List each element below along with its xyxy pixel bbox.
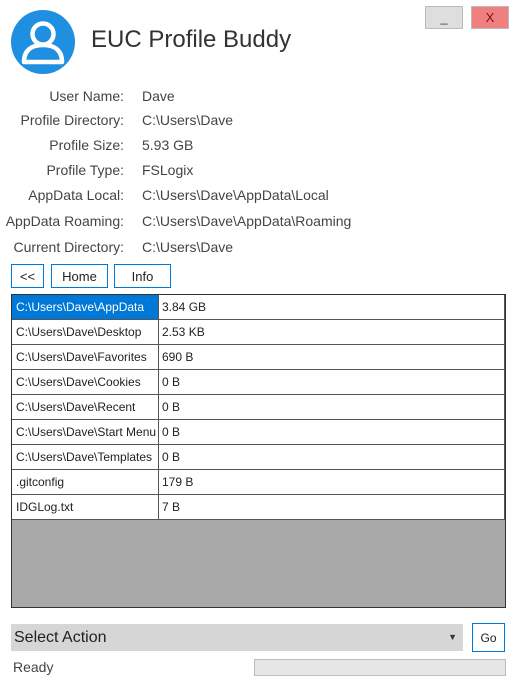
info-label: Current Directory: [13, 239, 124, 255]
action-select-value: Select Action [14, 629, 107, 646]
file-row[interactable]: .gitconfig 179 B [12, 470, 505, 495]
info-row-current-directory: Current Directory: C:\Users\Dave [0, 239, 516, 259]
home-button[interactable]: Home [51, 264, 108, 288]
action-select[interactable]: Select Action ▼ [11, 624, 463, 651]
info-button[interactable]: Info [114, 264, 171, 288]
info-value: C:\Users\Dave [142, 239, 234, 255]
file-name-cell[interactable]: C:\Users\Dave\Templates [12, 445, 159, 469]
info-row-appdata-roaming: AppData Roaming: C:\Users\Dave\AppData\R… [0, 213, 516, 233]
info-row-user-name: User Name: Dave [0, 88, 516, 108]
chevron-down-icon: ▼ [448, 632, 457, 642]
status-text: Ready [13, 659, 54, 675]
info-label: User Name: [49, 88, 124, 104]
file-size-cell: 7 B [159, 495, 505, 519]
info-value: C:\Users\Dave\AppData\Local [142, 187, 329, 203]
back-button[interactable]: << [11, 264, 44, 288]
file-row[interactable]: C:\Users\Dave\Favorites 690 B [12, 345, 505, 370]
file-size-cell: 690 B [159, 345, 505, 369]
file-size-cell: 0 B [159, 445, 505, 469]
info-value: 5.93 GB [142, 137, 194, 153]
info-row-appdata-local: AppData Local: C:\Users\Dave\AppData\Loc… [0, 187, 516, 207]
go-button[interactable]: Go [472, 623, 505, 652]
file-name-cell[interactable]: C:\Users\Dave\Cookies [12, 370, 159, 394]
close-button[interactable]: X [471, 6, 509, 29]
info-label: Profile Size: [49, 137, 124, 153]
file-row[interactable]: C:\Users\Dave\AppData 3.84 GB [12, 295, 505, 320]
info-value: FSLogix [142, 162, 194, 178]
file-row[interactable]: IDGLog.txt 7 B [12, 495, 505, 520]
file-size-cell: 0 B [159, 370, 505, 394]
info-label: AppData Roaming: [5, 213, 124, 229]
file-row[interactable]: C:\Users\Dave\Recent 0 B [12, 395, 505, 420]
info-value: C:\Users\Dave [142, 112, 234, 128]
file-name-cell[interactable]: C:\Users\Dave\Recent [12, 395, 159, 419]
info-row-profile-size: Profile Size: 5.93 GB [0, 137, 516, 157]
file-name-cell[interactable]: IDGLog.txt [12, 495, 159, 519]
file-row[interactable]: C:\Users\Dave\Desktop 2.53 KB [12, 320, 505, 345]
file-row[interactable]: C:\Users\Dave\Start Menu 0 B [12, 420, 505, 445]
app-title: EUC Profile Buddy [91, 26, 292, 53]
file-size-cell: 0 B [159, 420, 505, 444]
info-value: Dave [142, 88, 175, 104]
user-avatar-icon [11, 10, 75, 74]
file-name-cell[interactable]: C:\Users\Dave\Favorites [12, 345, 159, 369]
file-size-cell: 0 B [159, 395, 505, 419]
info-label: AppData Local: [28, 187, 124, 203]
progress-bar [254, 659, 506, 676]
file-name-cell[interactable]: C:\Users\Dave\Start Menu [12, 420, 159, 444]
file-name-cell[interactable]: C:\Users\Dave\Desktop [12, 320, 159, 344]
info-row-profile-type: Profile Type: FSLogix [0, 162, 516, 182]
file-name-cell[interactable]: C:\Users\Dave\AppData [12, 295, 159, 319]
file-grid[interactable]: C:\Users\Dave\AppData 3.84 GB C:\Users\Dav… [11, 294, 506, 608]
info-row-profile-directory: Profile Directory: C:\Users\Dave [0, 112, 516, 132]
minimize-button[interactable]: _ [425, 6, 463, 29]
file-row[interactable]: C:\Users\Dave\Cookies 0 B [12, 370, 505, 395]
file-name-cell[interactable]: .gitconfig [12, 470, 159, 494]
file-size-cell: 2.53 KB [159, 320, 505, 344]
file-size-cell: 179 B [159, 470, 505, 494]
info-label: Profile Type: [46, 162, 124, 178]
file-size-cell: 3.84 GB [159, 295, 505, 319]
info-value: C:\Users\Dave\AppData\Roaming [142, 213, 352, 229]
info-label: Profile Directory: [20, 112, 124, 128]
file-row[interactable]: C:\Users\Dave\Templates 0 B [12, 445, 505, 470]
